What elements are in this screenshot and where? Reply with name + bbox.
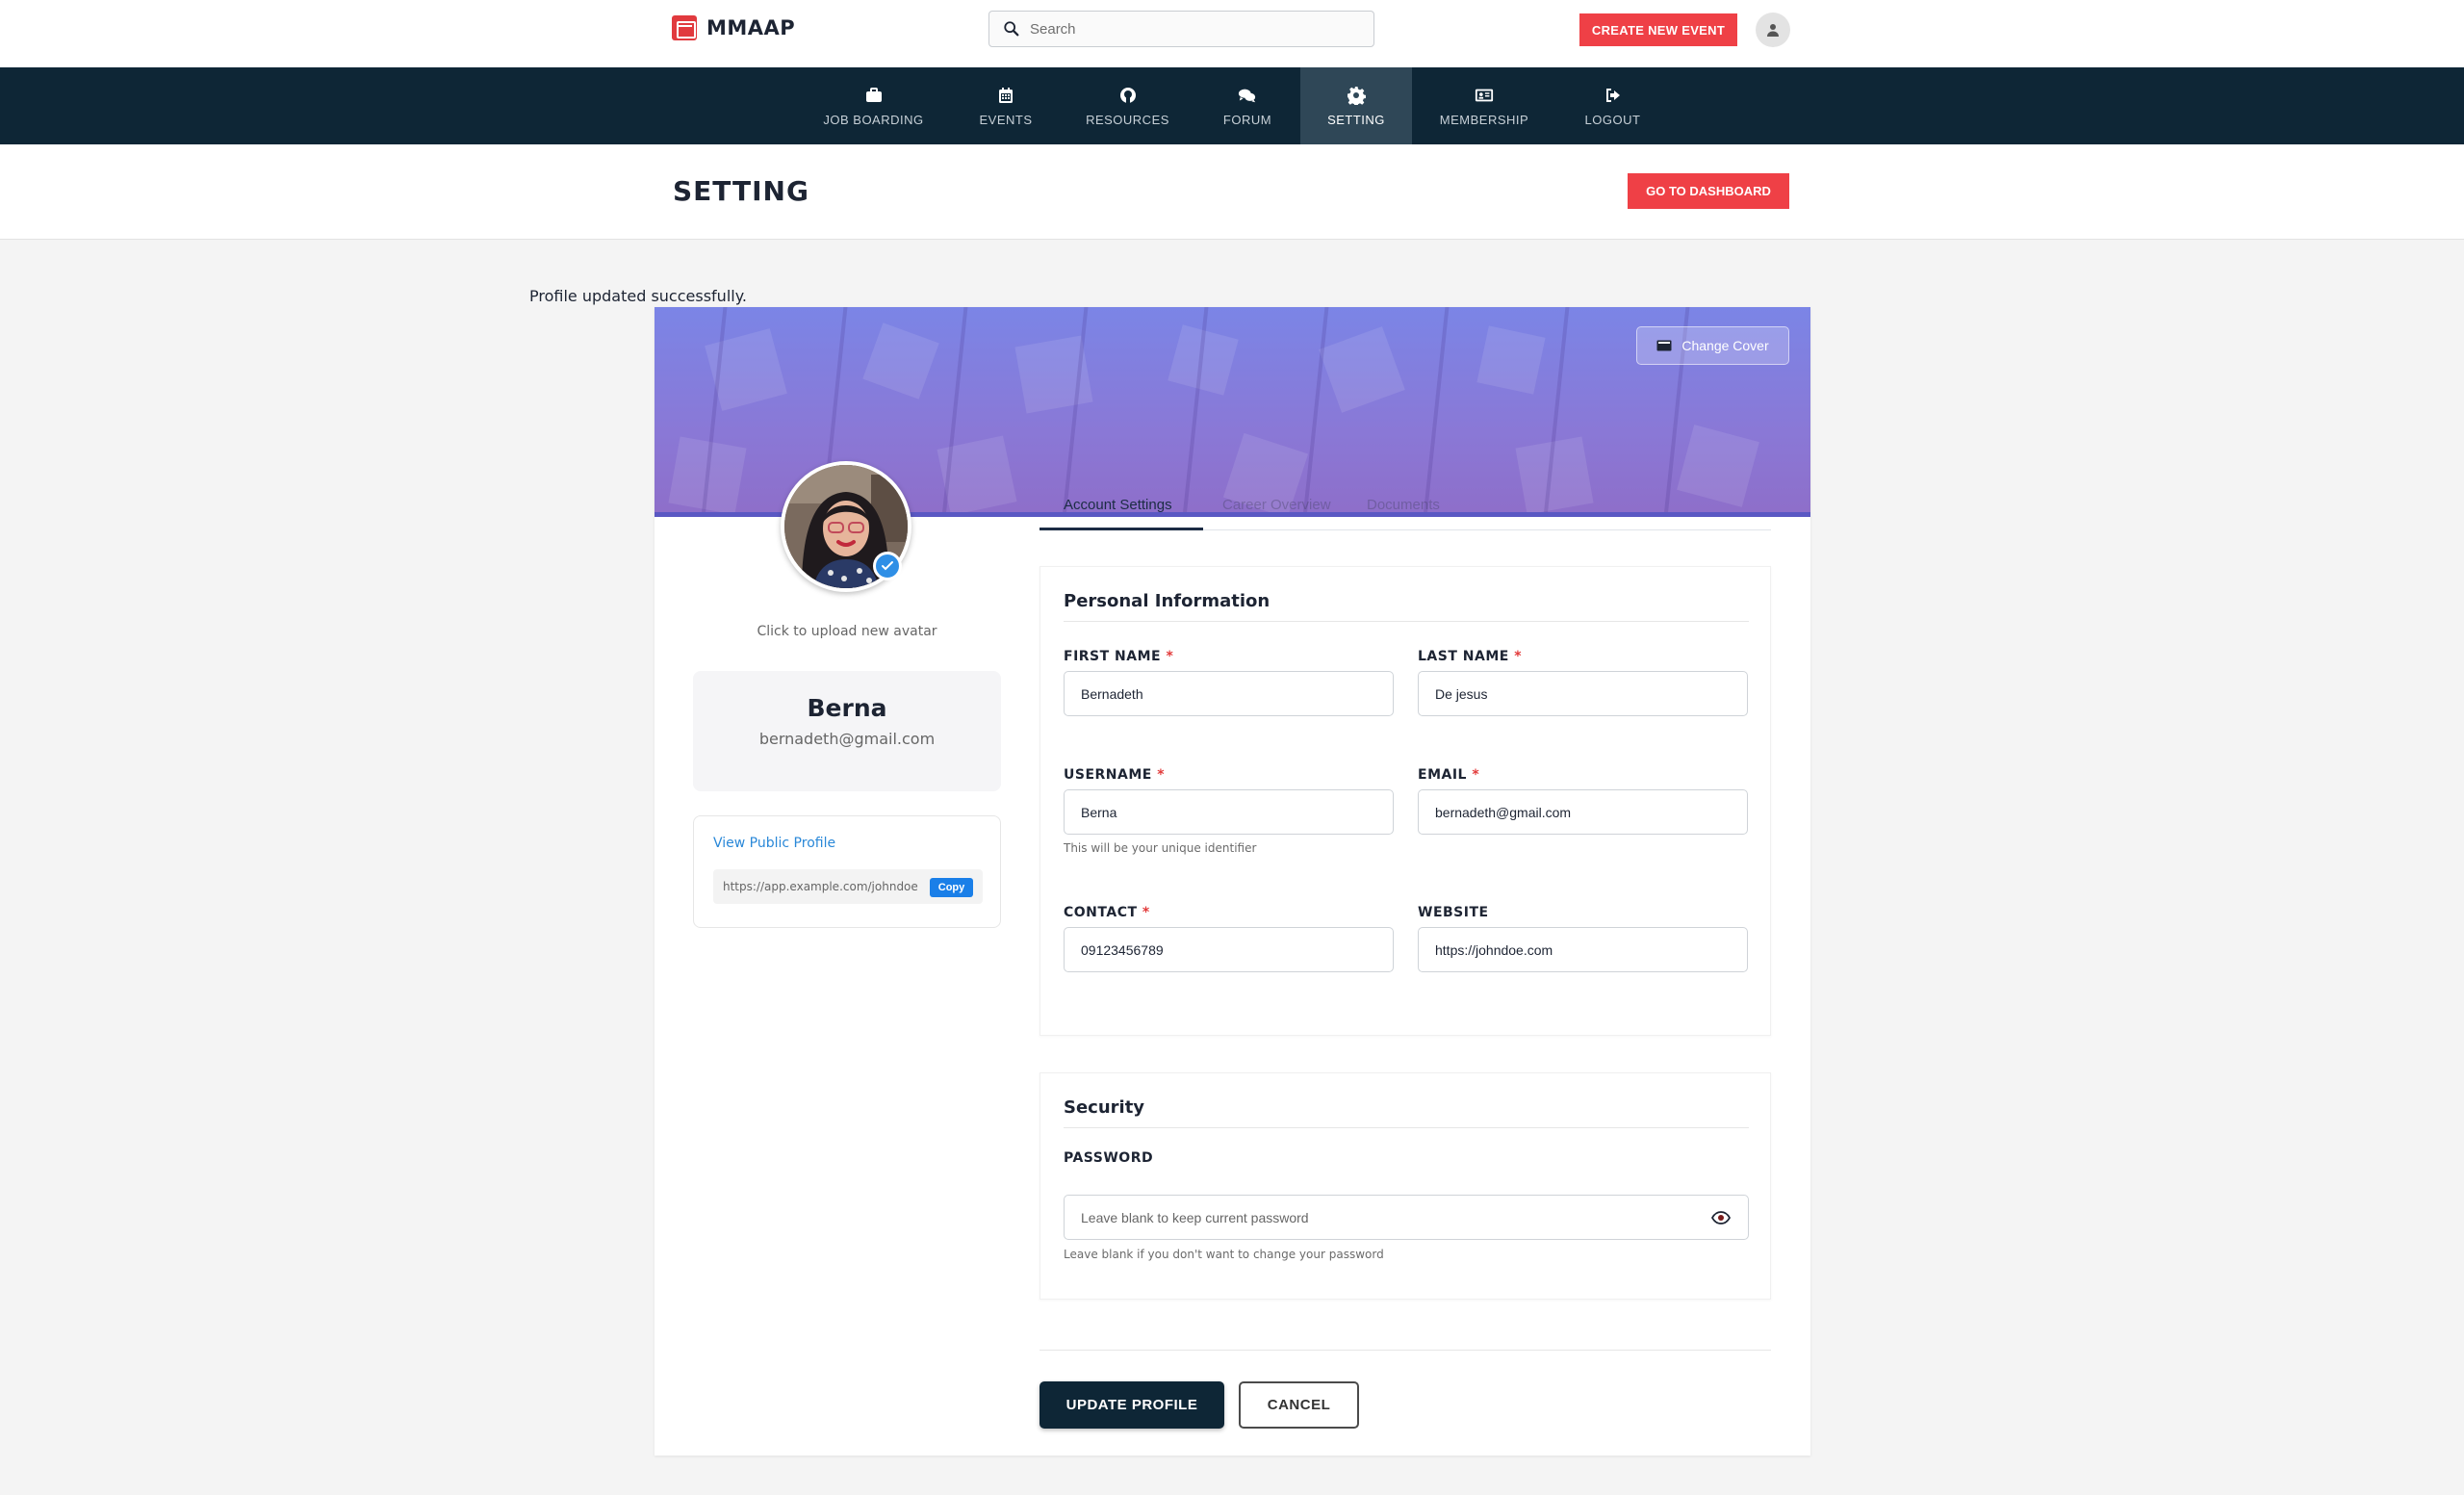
username-label: USERNAME * [1064, 767, 1166, 783]
section-title: Personal Information [1064, 591, 1270, 611]
calendar-logo-icon [672, 15, 697, 40]
first-name-field[interactable] [1064, 671, 1394, 716]
nav-label: RESOURCES [1086, 112, 1169, 127]
chat-bubbles-icon [1238, 89, 1256, 102]
password-label: PASSWORD [1064, 1150, 1154, 1166]
brand-name: MMAAP [706, 16, 796, 39]
security-section: Security PASSWORD Leave blank if you don… [1040, 1072, 1771, 1300]
eye-icon[interactable] [1710, 1207, 1732, 1228]
brand-logo[interactable]: MMAAP [672, 15, 795, 40]
nav-label: MEMBERSHIP [1439, 112, 1529, 127]
last-name-field[interactable] [1418, 671, 1748, 716]
success-message: Profile updated successfully. [529, 287, 747, 305]
github-icon [1119, 87, 1136, 103]
username-help: This will be your unique identifier [1064, 841, 1257, 855]
password-field[interactable] [1064, 1195, 1749, 1240]
briefcase-icon [865, 87, 882, 102]
tab-documents[interactable]: Documents [1367, 490, 1482, 530]
password-help: Leave blank if you don't want to change … [1064, 1248, 1384, 1261]
view-public-profile-link[interactable]: View Public Profile [713, 836, 835, 851]
verified-badge-icon [873, 552, 902, 580]
search-box[interactable] [988, 11, 1374, 47]
section-title: Security [1064, 1097, 1145, 1118]
public-url: https://app.example.com/johndoe [723, 880, 918, 893]
email-label: EMAIL * [1418, 767, 1480, 783]
nav-label: JOB BOARDING [823, 112, 924, 127]
personal-info-section: Personal Information FIRST NAME * LAST N… [1040, 566, 1771, 1036]
main-nav: JOB BOARDING EVENTS RESOURCES FORUM SETT… [0, 67, 2464, 144]
tab-career-overview[interactable]: Career Overview [1203, 490, 1348, 530]
nav-item-logout[interactable]: LOGOUT [1567, 67, 1658, 144]
nav-item-resources[interactable]: RESOURCES [1077, 67, 1178, 144]
profile-email: bernadeth@gmail.com [758, 730, 936, 748]
nav-item-events[interactable]: EVENTS [962, 67, 1050, 144]
public-url-row: https://app.example.com/johndoe Copy [713, 869, 983, 904]
public-profile-box: View Public Profile https://app.example.… [693, 815, 1001, 928]
nav-item-job-boarding[interactable]: JOB BOARDING [808, 67, 938, 144]
user-icon [1767, 24, 1779, 37]
copy-button[interactable]: Copy [930, 878, 973, 897]
tab-account-settings[interactable]: Account Settings [1040, 490, 1203, 530]
id-card-icon [1475, 89, 1494, 101]
change-cover-label: Change Cover [1681, 338, 1769, 353]
page-header: SETTING GO TO DASHBOARD [0, 144, 2464, 240]
username-field[interactable] [1064, 789, 1394, 835]
profile-name: Berna [807, 694, 887, 722]
nav-item-setting[interactable]: SETTING [1300, 67, 1412, 144]
first-name-label: FIRST NAME * [1064, 649, 1174, 664]
page-title: SETTING [673, 175, 809, 207]
settings-tabs: Account Settings Career Overview Documen… [1040, 490, 1771, 530]
nav-label: SETTING [1327, 112, 1385, 127]
last-name-label: LAST NAME * [1418, 649, 1523, 664]
contact-label: CONTACT * [1064, 905, 1150, 920]
nav-item-membership[interactable]: MEMBERSHIP [1427, 67, 1541, 144]
nav-label: EVENTS [979, 112, 1033, 127]
profile-summary: Berna bernadeth@gmail.com [693, 671, 1001, 791]
nav-item-forum[interactable]: FORUM [1204, 67, 1291, 144]
top-header: MMAAP CREATE NEW EVENT [0, 0, 2464, 67]
image-icon [1656, 340, 1672, 351]
logout-icon [1605, 88, 1620, 102]
website-label: WEBSITE [1418, 905, 1489, 920]
go-to-dashboard-button[interactable]: GO TO DASHBOARD [1628, 173, 1789, 209]
website-field[interactable] [1418, 927, 1748, 972]
calendar-icon [999, 87, 1013, 103]
search-input[interactable] [1030, 20, 1348, 38]
profile-card: Change Cover Account Settings Career Ove… [654, 307, 1810, 1456]
search-icon [1004, 21, 1019, 37]
upload-avatar-hint: Click to upload new avatar [757, 624, 937, 639]
update-profile-button[interactable]: UPDATE PROFILE [1040, 1381, 1224, 1429]
nav-label: LOGOUT [1584, 112, 1641, 127]
email-field[interactable] [1418, 789, 1748, 835]
user-avatar[interactable] [1756, 13, 1790, 47]
cancel-button[interactable]: CANCEL [1239, 1381, 1359, 1429]
change-cover-button[interactable]: Change Cover [1636, 326, 1789, 365]
nav-label: FORUM [1222, 112, 1272, 127]
contact-field[interactable] [1064, 927, 1394, 972]
gear-icon [1348, 86, 1366, 105]
create-event-button[interactable]: CREATE NEW EVENT [1579, 13, 1737, 46]
